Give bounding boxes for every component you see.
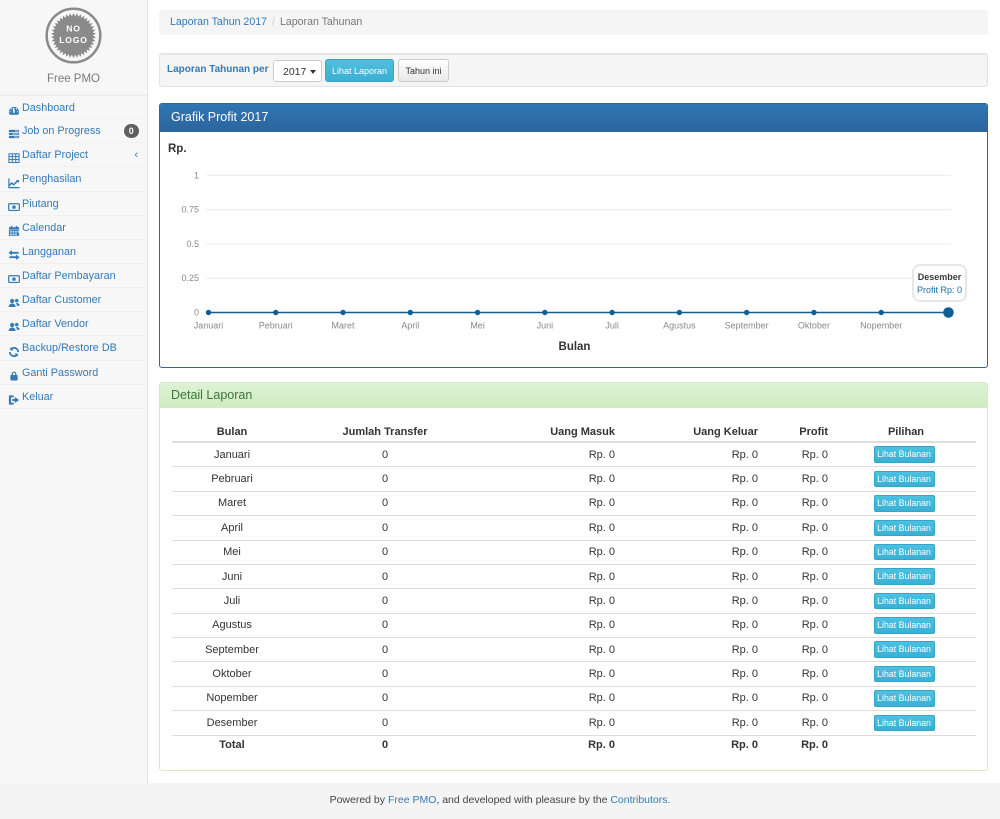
svg-text:Agustus: Agustus <box>663 321 696 331</box>
svg-text:1: 1 <box>194 170 199 180</box>
svg-text:Oktober: Oktober <box>798 321 830 331</box>
svg-text:Maret: Maret <box>332 321 356 331</box>
svg-text:Pebruari: Pebruari <box>259 321 293 331</box>
svg-text:Januari: Januari <box>194 321 224 331</box>
svg-text:0: 0 <box>194 308 199 318</box>
svg-text:April: April <box>401 321 419 331</box>
svg-text:0.5: 0.5 <box>186 239 199 249</box>
svg-text:NO: NO <box>66 24 81 34</box>
svg-text:Nopember: Nopember <box>860 321 902 331</box>
svg-text:September: September <box>725 321 769 331</box>
svg-text:0.75: 0.75 <box>181 205 199 215</box>
svg-text:Mei: Mei <box>470 321 485 331</box>
svg-text:LOGO: LOGO <box>59 35 88 45</box>
svg-text:0.25: 0.25 <box>181 273 199 283</box>
svg-text:Juni: Juni <box>537 321 554 331</box>
svg-text:Juli: Juli <box>605 321 619 331</box>
